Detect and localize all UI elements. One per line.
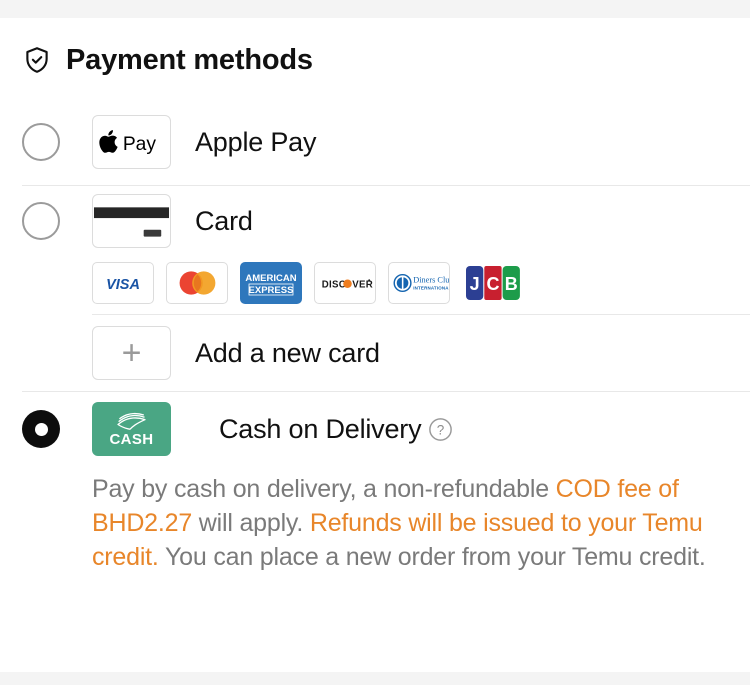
jcb-letter-b: B [505, 274, 518, 294]
amex-line-2: EXPRESS [249, 285, 294, 296]
svg-text:VER: VER [352, 279, 373, 290]
payment-option-card[interactable]: Card [0, 186, 750, 256]
diners-line-2: INTERNATIONAL [413, 285, 449, 290]
mastercard-logo [166, 262, 228, 304]
top-spacer [0, 0, 750, 18]
add-new-card-label: Add a new card [195, 337, 380, 368]
cod-title-wrap: Cash on Delivery ? [195, 414, 453, 445]
cod-desc-part-2: will apply. [192, 509, 310, 537]
svg-text:VISA: VISA [106, 277, 140, 293]
radio-cash-on-delivery[interactable] [22, 410, 60, 448]
card-label: Card [195, 205, 253, 236]
visa-logo: VISA [92, 262, 154, 304]
radio-apple-pay[interactable] [22, 123, 60, 161]
svg-text:DISC: DISC [322, 279, 346, 290]
question-mark-circle-icon[interactable]: ? [428, 417, 453, 442]
payment-methods-panel: Payment methods Pay Apple Pay Card VISA … [0, 18, 750, 672]
svg-text:?: ? [437, 422, 445, 437]
payment-option-cash-on-delivery[interactable]: CASH Cash on Delivery ? [0, 392, 750, 462]
cash-word: CASH [109, 431, 154, 448]
cash-on-delivery-label: Cash on Delivery [219, 413, 422, 444]
jcb-letter-j: J [470, 274, 480, 294]
payment-methods-screen: Payment methods Pay Apple Pay Card VISA … [0, 0, 750, 685]
banknotes-glyph [116, 412, 146, 430]
diners-club-logo: Diners Club INTERNATIONAL [388, 262, 450, 304]
radio-card[interactable] [22, 202, 60, 240]
amex-logo: AMERICAN EXPRESS [240, 262, 302, 304]
shield-check-icon [22, 45, 52, 75]
apple-pay-label: Apple Pay [195, 126, 317, 157]
diners-line-1: Diners Club [413, 276, 449, 285]
panel-header: Payment methods [0, 18, 750, 75]
jcb-letter-c: C [487, 274, 500, 294]
jcb-logo: J C B [462, 262, 524, 304]
apple-pay-wordmark: Pay [122, 134, 156, 155]
payment-option-apple-pay[interactable]: Pay Apple Pay [0, 99, 750, 185]
cod-description: Pay by cash on delivery, a non-refundabl… [0, 462, 750, 574]
add-new-card-row[interactable]: + Add a new card [0, 315, 750, 391]
amex-line-1: AMERICAN [245, 273, 296, 284]
bottom-spacer [0, 672, 750, 685]
cod-desc-part-1: Pay by cash on delivery, a non-refundabl… [92, 475, 556, 503]
card-network-logos: VISA AMERICAN EXPRESS DISC VER Diners Cl… [0, 256, 750, 314]
credit-card-icon [92, 194, 171, 248]
apple-pay-logo: Pay [92, 115, 171, 169]
plus-icon: + [92, 326, 171, 380]
cod-desc-part-3: You can place a new order from your Temu… [158, 543, 706, 571]
discover-logo: DISC VER [314, 262, 376, 304]
page-title: Payment methods [66, 44, 313, 76]
cash-icon: CASH [92, 402, 171, 456]
